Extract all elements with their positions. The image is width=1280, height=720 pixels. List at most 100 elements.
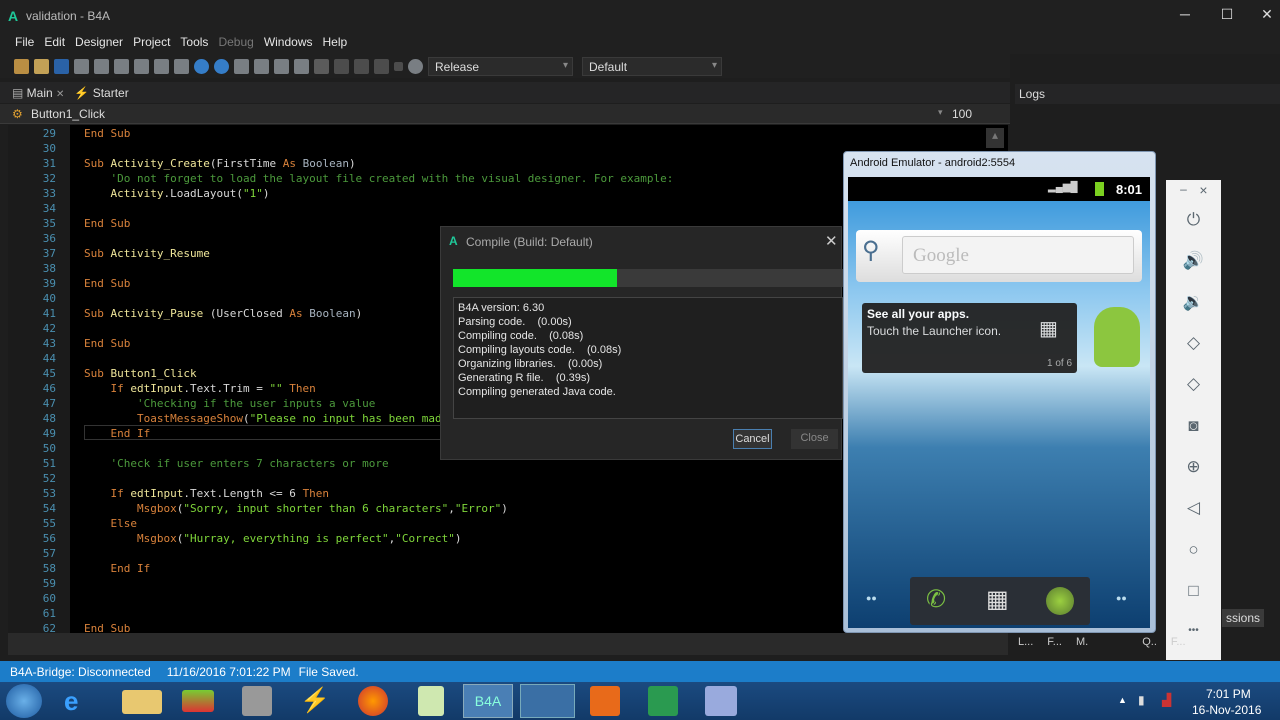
find-tab[interactable]: F... [1171,636,1186,656]
file-explorer-icon[interactable] [122,690,162,714]
menu-designer[interactable]: Designer [70,32,128,54]
code-token: "Correct" [395,532,455,545]
title-bar: A validation - B4A ─ ☐ ✕ [0,0,1280,32]
minimize-button[interactable]: ─ [1170,6,1200,26]
forward-icon[interactable] [214,58,229,74]
sub-navigator: ⚙ Button1_Click ▾ 100 [0,104,1010,124]
outdent-icon[interactable] [294,58,309,74]
bluestacks-icon[interactable] [182,690,214,712]
tab-close-icon[interactable]: ✕ [56,89,64,100]
step-over-icon[interactable] [354,58,369,74]
code-token: ToastMessageShow [84,412,243,425]
winamp-icon[interactable]: ⚡ [300,686,340,716]
network-tray-icon[interactable]: ▟ [1162,693,1171,707]
menu-file[interactable]: File [10,32,39,54]
menu-debug[interactable]: Debug [213,32,258,54]
zoom-select[interactable]: 100 [952,107,1002,121]
line-number: 49 [42,427,56,440]
files-tab[interactable]: F... [1047,636,1062,656]
emulator-screen[interactable]: ▂▄▆█ 8:01 ⚲ Google See all your apps. To… [848,177,1150,628]
undo-icon[interactable] [154,58,169,74]
indent-icon[interactable] [274,58,289,74]
code-text: Sub Button1_Click [84,366,197,381]
cut-icon[interactable] [114,58,129,74]
app-icon[interactable] [705,686,737,716]
open-icon[interactable] [34,58,49,74]
notepadpp-icon[interactable] [418,686,444,716]
google-search-widget[interactable]: ⚲ Google [856,230,1142,282]
copy-icon[interactable] [94,58,109,74]
launcher-icon[interactable]: ▦ [986,585,1009,614]
modules-tab[interactable]: M. [1076,636,1088,656]
tray-expand-icon[interactable]: ▲ [1118,695,1127,705]
bottom-panel-tabs: L... F... M. Q.. F... [1018,636,1280,656]
start-button[interactable] [6,684,42,718]
comment-icon[interactable] [234,58,249,74]
volume-up-icon[interactable]: 🔊 [1166,251,1221,271]
power-tray-icon[interactable]: ▮ [1138,693,1145,707]
quick-search-tab[interactable]: Q.. [1142,636,1157,656]
vertical-scrollbar[interactable]: ▴ [986,128,1004,148]
log-line: Compiling layouts code. (0.08s) [458,344,622,356]
side-close-button[interactable]: × [1176,182,1231,198]
dialog-close-button[interactable]: Close [791,429,838,449]
google-search-input[interactable]: Google [902,236,1134,274]
paste-icon[interactable] [134,58,149,74]
clock-date[interactable]: 16-Nov-2016 [1192,703,1261,717]
power-icon[interactable]: ⏻ [1166,210,1221,230]
sub-select[interactable]: Button1_Click [31,107,105,121]
dots-left-icon[interactable]: ●● [866,593,877,603]
phone-icon[interactable]: ✆ [926,585,946,614]
menu-project[interactable]: Project [128,32,175,54]
menu-edit[interactable]: Edit [39,32,70,54]
dialog-close-icon[interactable]: ✕ [825,232,838,250]
new-icon[interactable] [14,58,29,74]
run-icon[interactable] [314,58,329,74]
overview-icon[interactable]: □ [1166,581,1221,601]
timer-icon[interactable] [408,58,423,74]
line-number: 56 [42,532,56,545]
more-button[interactable]: ••• [1166,625,1221,636]
rotate-right-icon[interactable]: ◇ [1166,374,1221,394]
clock-time[interactable]: 7:01 PM [1206,687,1251,701]
zoom-icon[interactable]: ⊕ [1166,457,1221,477]
tab-starter[interactable]: ⚡ Starter [74,86,128,100]
redo-icon[interactable] [174,58,189,74]
cancel-button[interactable]: Cancel [733,429,772,449]
step-icon[interactable] [334,58,349,74]
close-button[interactable]: ✕ [1252,6,1280,26]
build-config-select[interactable]: Release [428,56,573,76]
stop-icon[interactable] [394,61,403,71]
internet-explorer-icon[interactable]: e [64,686,104,716]
maximize-button[interactable]: ☐ [1212,6,1242,26]
camtasia-icon[interactable] [648,686,678,716]
back-icon[interactable]: ◁ [1166,498,1221,518]
dots-right-icon[interactable]: ●● [1116,593,1127,603]
device-select[interactable]: Default [582,56,722,76]
media-icon[interactable] [590,686,620,716]
home-icon[interactable]: ○ [1166,540,1221,560]
code-token: If [84,382,131,395]
b4a-taskbar-button[interactable]: B4A [463,684,513,718]
menu-tools[interactable]: Tools [175,32,213,54]
step-out-icon[interactable] [374,58,389,74]
uncomment-icon[interactable] [254,58,269,74]
back-icon[interactable] [194,58,209,74]
database-icon[interactable] [242,686,272,716]
tab-main[interactable]: ▤ Main ✕ [12,86,64,100]
permissions-tab[interactable]: ssions [1222,609,1265,627]
browser-icon[interactable] [1046,587,1074,615]
firefox-icon[interactable] [358,686,388,716]
camera-icon[interactable]: ◙ [1166,416,1221,436]
menu-help[interactable]: Help [318,32,353,54]
volume-down-icon[interactable]: 🔉 [1166,292,1221,312]
sub-dropdown-icon[interactable]: ▾ [938,107,943,118]
menu-windows[interactable]: Windows [259,32,318,54]
libraries-tab[interactable]: L... [1018,636,1033,656]
horizontal-scrollbar[interactable] [8,633,1008,655]
save-all-icon[interactable] [74,58,89,74]
emulator-taskbar-button[interactable] [520,684,575,718]
rotate-left-icon[interactable]: ◇ [1166,333,1221,353]
save-icon[interactable] [54,58,69,74]
code-token: edtInput [130,487,184,500]
